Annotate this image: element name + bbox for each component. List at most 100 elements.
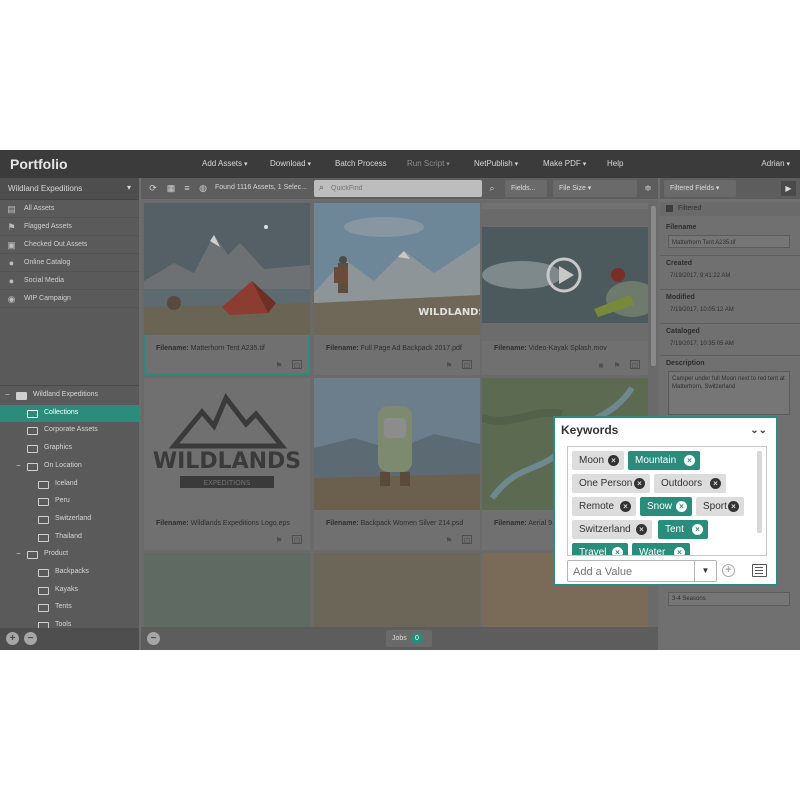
remove-keyword-icon[interactable]: × bbox=[676, 501, 687, 512]
keyword-input[interactable] bbox=[573, 564, 688, 579]
menu-run-script[interactable]: Run Script bbox=[407, 159, 450, 168]
asset-tile[interactable]: Filename: Matterhorn Tent A235.tif ⚑ ⊡ bbox=[144, 203, 310, 375]
add-icon[interactable]: + bbox=[722, 564, 735, 577]
asset-thumbnail[interactable]: WILDLANDS bbox=[314, 203, 480, 335]
tree-item-thailand[interactable]: Thailand bbox=[0, 529, 139, 546]
keyword-chip[interactable]: Mountain × bbox=[628, 451, 700, 470]
gallery-item-flagged-assets[interactable]: ⚑ Flagged Assets bbox=[0, 219, 139, 236]
user-menu[interactable]: Adrian bbox=[761, 159, 790, 168]
menu-download[interactable]: Download bbox=[270, 159, 311, 168]
chevron-down-icon[interactable]: ▼ bbox=[694, 561, 716, 581]
asset-tile[interactable]: Filename: Backpack Women Silver 214.psd ⚑… bbox=[314, 378, 480, 550]
refresh-icon[interactable]: ⟳ bbox=[147, 182, 159, 194]
asset-tile-partial[interactable] bbox=[144, 553, 310, 627]
lock-icon[interactable]: ⊡ bbox=[630, 360, 640, 370]
asset-thumbnail[interactable] bbox=[144, 203, 310, 335]
flag-icon[interactable]: ⚑ bbox=[612, 361, 622, 370]
search-input[interactable] bbox=[331, 182, 471, 195]
menu-add-assets[interactable]: Add Assets bbox=[202, 159, 248, 168]
tree-item-iceland[interactable]: Iceland bbox=[0, 476, 139, 493]
remove-keyword-icon[interactable]: × bbox=[728, 501, 739, 512]
flag-icon[interactable]: ⚑ bbox=[274, 361, 284, 370]
remove-keyword-icon[interactable]: × bbox=[710, 478, 721, 489]
keyword-input-field[interactable]: ▼ bbox=[567, 560, 717, 582]
asset-thumbnail[interactable]: WILDLANDS EXPEDITIONS bbox=[144, 378, 310, 510]
zoom-search-icon[interactable]: ⌕ bbox=[486, 182, 498, 194]
remove-keyword-icon[interactable]: × bbox=[692, 524, 703, 535]
remove-keyword-icon[interactable]: × bbox=[634, 478, 645, 489]
remove-keyword-icon[interactable]: × bbox=[636, 524, 647, 535]
asset-tile[interactable]: WILDLANDS Filename: Full Page Ad Backpack… bbox=[314, 203, 480, 375]
tree-item-peru[interactable]: Peru bbox=[0, 493, 139, 510]
tree-item-wildland-expeditions[interactable]: − Wildland Expeditions bbox=[0, 387, 139, 404]
lock-icon[interactable]: ⊡ bbox=[292, 535, 302, 545]
catalog-selector[interactable]: Wildland Expeditions ▾ bbox=[0, 178, 139, 200]
tree-item-corporate-assets[interactable]: Corporate Assets bbox=[0, 422, 139, 439]
asset-thumbnail[interactable] bbox=[482, 209, 648, 341]
flag-icon[interactable]: ⚑ bbox=[444, 361, 454, 370]
gallery-item-online-catalog[interactable]: ● Online Catalog bbox=[0, 255, 139, 272]
keyword-chip[interactable]: Sport × bbox=[696, 497, 744, 516]
menu-make-pdf[interactable]: Make PDF bbox=[543, 159, 586, 168]
quickfind-field[interactable]: ⌕ bbox=[314, 180, 482, 197]
field-input-description[interactable]: Camper under full Moon next to red tent … bbox=[668, 371, 790, 415]
add-icon[interactable]: + bbox=[6, 632, 19, 645]
fields-button[interactable]: Fields... bbox=[505, 180, 547, 197]
list-view-icon[interactable]: ≡ bbox=[181, 182, 193, 194]
tree-item-on-location[interactable]: − On Location bbox=[0, 458, 139, 475]
remove-keyword-icon[interactable]: × bbox=[608, 455, 619, 466]
lock-icon[interactable]: ⊡ bbox=[292, 360, 302, 370]
sort-direction-icon[interactable]: ≑ bbox=[642, 182, 654, 194]
gallery-item-social-media[interactable]: ● Social Media bbox=[0, 273, 139, 290]
filtered-section-header[interactable]: Filtered bbox=[660, 202, 800, 216]
menu-netpublish[interactable]: NetPublish bbox=[474, 159, 518, 168]
asset-tile[interactable]: WILDLANDS EXPEDITIONS Filename: Wildlands … bbox=[144, 378, 310, 550]
keyword-chip[interactable]: Outdoors × bbox=[654, 474, 726, 493]
gallery-item-checked-out-assets[interactable]: ▣ Checked Out Assets bbox=[0, 237, 139, 254]
keyword-scrollbar[interactable] bbox=[757, 451, 762, 533]
collapse-toggle-icon[interactable]: − bbox=[5, 391, 13, 399]
keyword-chip[interactable]: Switzerland × bbox=[572, 520, 652, 539]
keyword-chip[interactable]: Tent × bbox=[658, 520, 708, 539]
field-input-filename[interactable]: Matterhorn Tent A235.tif bbox=[668, 235, 790, 248]
collapse-toggle-icon[interactable]: − bbox=[16, 461, 24, 470]
globe-icon[interactable]: ◍ bbox=[197, 182, 209, 194]
asset-thumbnail[interactable] bbox=[314, 378, 480, 510]
keyword-chip[interactable]: Water × bbox=[632, 543, 690, 555]
flag-icon[interactable]: ⚑ bbox=[274, 536, 284, 545]
lock-icon[interactable]: ⊡ bbox=[462, 535, 472, 545]
keyword-chip[interactable]: Remote × bbox=[572, 497, 636, 516]
tree-item-collections[interactable]: Collections bbox=[0, 404, 139, 422]
keyword-chip[interactable]: Snow × bbox=[640, 497, 692, 516]
remove-keyword-icon[interactable]: × bbox=[674, 547, 685, 555]
gallery-item-all-assets[interactable]: ▤ All Assets bbox=[0, 201, 139, 218]
remove-icon[interactable]: − bbox=[24, 632, 37, 645]
sort-field-select[interactable]: File Size bbox=[553, 180, 637, 197]
keyword-chip[interactable]: Travel × bbox=[572, 543, 628, 555]
tree-item-switzerland[interactable]: Switzerland bbox=[0, 511, 139, 528]
tree-item-kayaks[interactable]: Kayaks bbox=[0, 582, 139, 599]
remove-keyword-icon[interactable]: × bbox=[620, 501, 631, 512]
keyword-chip[interactable]: Moon × bbox=[572, 451, 624, 470]
asset-tile[interactable]: Filename: Video-Kayak Splash.mov ■ ⚑ ⊡ bbox=[482, 203, 648, 375]
chevron-right-icon[interactable]: ▶ bbox=[781, 181, 796, 196]
asset-tile-partial[interactable] bbox=[314, 553, 480, 627]
tree-item-product[interactable]: − Product bbox=[0, 546, 139, 563]
grid-scrollbar[interactable] bbox=[651, 206, 656, 366]
jobs-button[interactable]: Jobs 0 bbox=[386, 630, 432, 647]
season-field[interactable]: 3-4 Seasons bbox=[668, 592, 790, 606]
filtered-fields-select[interactable]: Filtered Fields bbox=[664, 180, 736, 197]
lock-icon[interactable]: ⊡ bbox=[462, 360, 472, 370]
double-chevron-down-icon[interactable]: ⌄⌄ bbox=[750, 425, 767, 436]
remove-keyword-icon[interactable]: × bbox=[684, 455, 695, 466]
tree-item-tents[interactable]: Tents bbox=[0, 599, 139, 616]
menu-batch-process[interactable]: Batch Process bbox=[335, 159, 387, 168]
menu-help[interactable]: Help bbox=[607, 159, 623, 168]
thumbnail-view-icon[interactable]: ▦ bbox=[165, 182, 177, 194]
tree-item-graphics[interactable]: Graphics bbox=[0, 440, 139, 457]
remove-keyword-icon[interactable]: × bbox=[612, 547, 623, 555]
tree-item-backpacks[interactable]: Backpacks bbox=[0, 564, 139, 581]
collapse-toggle-icon[interactable]: − bbox=[16, 550, 24, 558]
value-list-icon[interactable] bbox=[752, 564, 767, 577]
gallery-item-wip-campaign[interactable]: ◉ WIP Campaign bbox=[0, 291, 139, 308]
